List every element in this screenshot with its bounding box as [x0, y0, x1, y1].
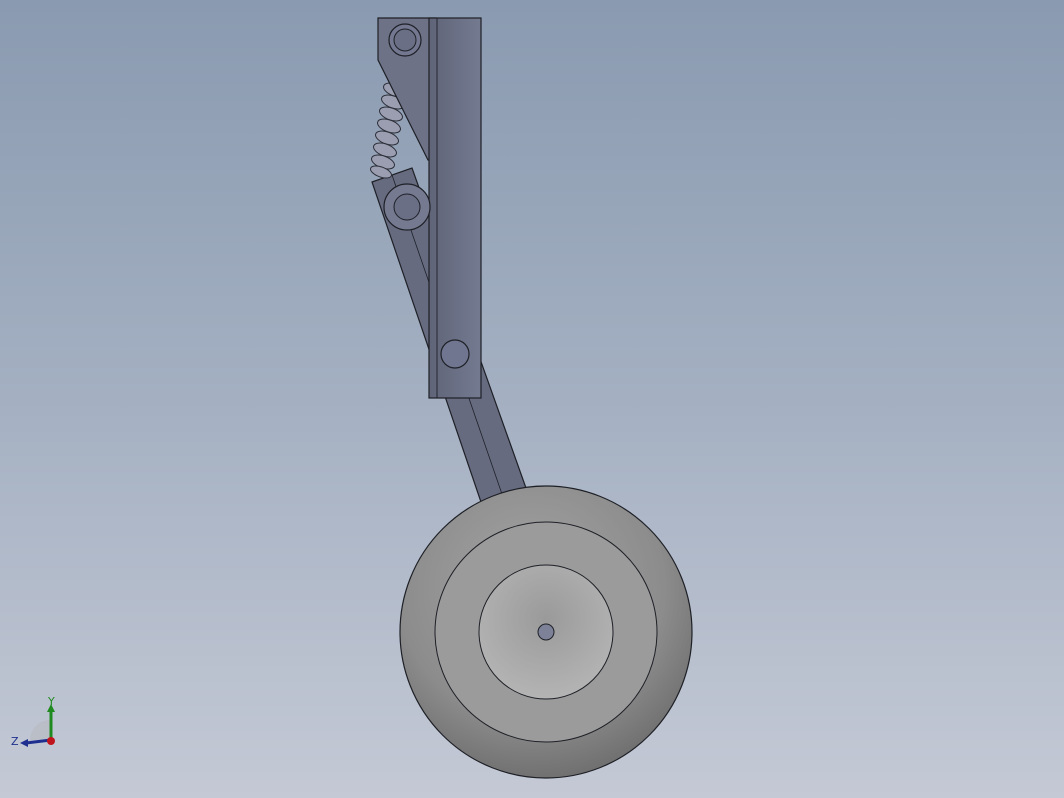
landing-gear-model[interactable]: [0, 0, 1064, 798]
axle-hole[interactable]: [537, 623, 555, 641]
x-axis-dot: [47, 737, 55, 745]
strut-lower-bolt[interactable]: [440, 339, 470, 369]
orientation-triad: Y Z: [8, 696, 70, 756]
graphics-viewport[interactable]: Y Z: [0, 0, 1064, 798]
wheel-assembly[interactable]: [399, 485, 693, 779]
upper-pivot-bore: [393, 28, 417, 52]
triad-y-label: Y: [48, 695, 55, 708]
triad-z-label: Z: [11, 735, 19, 748]
arm-pivot-bore: [393, 193, 421, 221]
